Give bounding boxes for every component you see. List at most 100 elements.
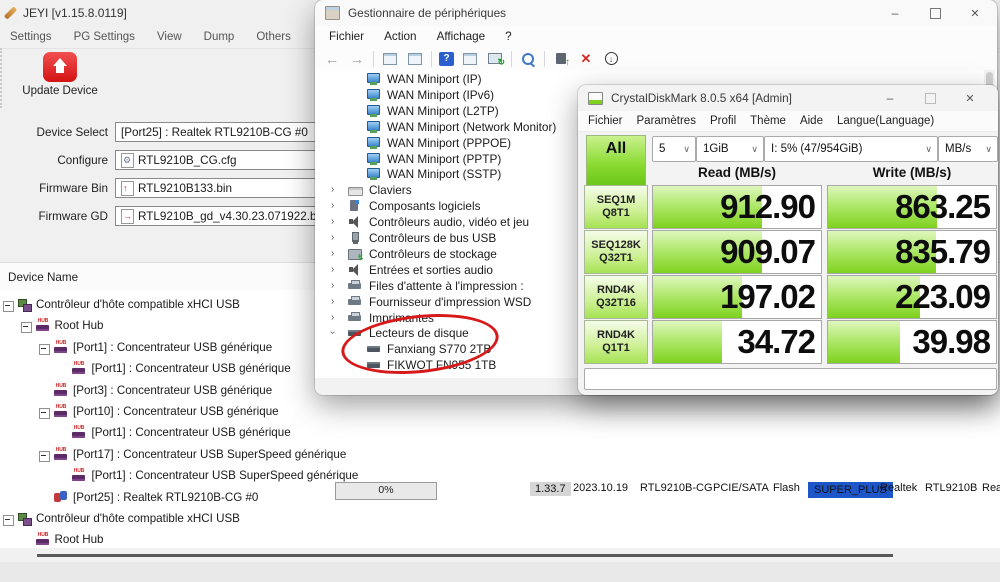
dm-menu--[interactable]: ?: [505, 30, 512, 43]
status-cell-rtl9210b-cg: RTL9210B-CG: [640, 482, 713, 494]
printer-icon: [348, 296, 362, 308]
jeyi-tree-row[interactable]: [Port17] : Concentrateur USB SuperSpeed …: [0, 446, 1000, 466]
dm-tree-label: WAN Miniport (PPPOE): [387, 136, 511, 150]
devices-icon[interactable]: [461, 50, 479, 67]
read-result-cell[interactable]: 912.90: [652, 185, 822, 229]
write-score-value: 863.25: [895, 186, 990, 228]
maximize-icon[interactable]: [915, 0, 955, 26]
expand-collapse-icon[interactable]: [3, 301, 14, 312]
search-icon[interactable]: [519, 50, 537, 67]
dm-menu-affichage[interactable]: Affichage: [437, 30, 486, 43]
status-cell-1-33-7: 1.33.7: [530, 482, 571, 496]
cdm-message-bar[interactable]: [584, 368, 997, 390]
minimize-icon[interactable]: [870, 85, 910, 111]
jeyi-tree-row[interactable]: Contrôleur d'hôte compatible xHCI USB: [0, 510, 1000, 530]
read-score-value: 912.90: [720, 186, 815, 228]
chevron-right-icon[interactable]: ›: [331, 216, 334, 227]
scan-hardware-icon[interactable]: [486, 50, 504, 67]
jeyi-menu-others[interactable]: Others: [256, 31, 291, 43]
console-icon[interactable]: [381, 50, 399, 67]
test-count-value: 5: [659, 143, 665, 155]
chevron-right-icon[interactable]: ›: [331, 232, 334, 243]
horizontal-scrollbar-thumb[interactable]: [37, 554, 893, 557]
jeyi-menu-pg-settings[interactable]: PG Settings: [74, 31, 135, 43]
chevron-right-icon[interactable]: ›: [331, 184, 334, 195]
properties-icon[interactable]: [406, 50, 424, 67]
xhci-controller-icon: [18, 298, 32, 312]
horizontal-scrollbar[interactable]: [0, 548, 1000, 562]
test-size-value: 1GiB: [703, 143, 729, 155]
expand-collapse-icon[interactable]: [39, 451, 50, 462]
chevron-right-icon[interactable]: ›: [331, 296, 334, 307]
expand-collapse-icon[interactable]: [3, 515, 14, 526]
cdm-menu-th-me[interactable]: Thème: [750, 115, 786, 127]
network-adapter-icon: [367, 89, 381, 101]
expand-collapse-icon[interactable]: [39, 408, 50, 419]
maximize-icon[interactable]: [910, 85, 950, 111]
network-adapter-icon: [367, 73, 381, 85]
write-result-cell[interactable]: 223.09: [827, 275, 997, 319]
jeyi-tree-label: [Port17] : Concentrateur USB SuperSpeed …: [73, 448, 346, 461]
write-result-cell[interactable]: 835.79: [827, 230, 997, 274]
dm-menu-fichier[interactable]: Fichier: [329, 30, 364, 43]
target-drive-select[interactable]: I: 5% (47/954GiB): [764, 136, 938, 162]
close-icon[interactable]: [950, 85, 990, 111]
jeyi-tree-row[interactable]: [Port10] : Concentrateur USB générique: [0, 403, 1000, 423]
cdm-menu-profil[interactable]: Profil: [710, 115, 736, 127]
write-result-cell[interactable]: 39.98: [827, 320, 997, 364]
test-name: SEQ1M: [597, 195, 636, 206]
read-score-value: 197.02: [720, 276, 815, 318]
read-result-cell[interactable]: 909.07: [652, 230, 822, 274]
cdm-menu-aide[interactable]: Aide: [800, 115, 823, 127]
chevron-right-icon[interactable]: ›: [331, 312, 334, 323]
jeyi-tree-row[interactable]: [Port1] : Concentrateur USB générique: [0, 424, 1000, 444]
uninstall-device-icon[interactable]: ✕: [577, 50, 595, 67]
queue-thread: Q8T1: [602, 208, 630, 219]
read-result-cell[interactable]: 34.72: [652, 320, 822, 364]
expand-collapse-icon[interactable]: [21, 322, 32, 333]
jeyi-tree-label: [Port1] : Concentrateur USB générique: [73, 341, 272, 354]
chevron-right-icon[interactable]: ›: [331, 264, 334, 275]
firmware-gd-label: Firmware GD: [0, 210, 115, 223]
jeyi-tree-row[interactable]: Root Hub: [0, 531, 1000, 548]
disable-device-icon[interactable]: [602, 50, 620, 67]
jeyi-menu-settings[interactable]: Settings: [10, 31, 52, 43]
dm-tree-label: WAN Miniport (L2TP): [387, 104, 499, 118]
update-device-button[interactable]: Update Device: [14, 52, 106, 106]
status-cell-flash: Flash: [773, 482, 800, 494]
jeyi-menu-dump[interactable]: Dump: [204, 31, 235, 43]
network-adapter-icon: [367, 105, 381, 117]
chevron-right-icon[interactable]: ›: [331, 248, 334, 259]
test-count-select[interactable]: 5: [652, 136, 696, 162]
close-icon[interactable]: [955, 0, 995, 26]
status-cell-rtl9210b: RTL9210B: [925, 482, 977, 494]
minimize-icon[interactable]: [875, 0, 915, 26]
test-name: RND4K: [597, 285, 635, 296]
cdm-menu-param-tres[interactable]: Paramètres: [637, 115, 696, 127]
usb-hub-icon: [72, 426, 86, 440]
chevron-right-icon[interactable]: ›: [331, 280, 334, 291]
run-all-tests-button[interactable]: All: [586, 135, 646, 189]
help-icon[interactable]: ?: [439, 52, 454, 66]
unit-select[interactable]: MB/s: [938, 136, 998, 162]
read-score-bar: [653, 321, 722, 363]
update-driver-icon[interactable]: [552, 50, 570, 67]
cdm-menu-fichier[interactable]: Fichier: [588, 115, 623, 127]
dm-menu-action[interactable]: Action: [384, 30, 416, 43]
crystaldiskmark-window: CrystalDiskMark 8.0.5 x64 [Admin] Fichie…: [578, 85, 998, 395]
read-result-cell[interactable]: 197.02: [652, 275, 822, 319]
jeyi-menu-view[interactable]: View: [157, 31, 182, 43]
expand-collapse-icon[interactable]: [39, 344, 50, 355]
cdm-menu-langue-language-[interactable]: Langue(Language): [837, 115, 934, 127]
jeyi-tree-label: [Port1] : Concentrateur USB générique: [92, 426, 291, 439]
update-device-label: Update Device: [14, 85, 106, 97]
chevron-right-icon[interactable]: ›: [331, 200, 334, 211]
write-result-cell[interactable]: 863.25: [827, 185, 997, 229]
update-device-icon: [43, 52, 77, 82]
jeyi-tree-label: Root Hub: [55, 319, 104, 332]
audio-controller-icon: [348, 216, 362, 228]
chevron-down-icon[interactable]: ›: [327, 331, 338, 334]
back-icon[interactable]: ←: [323, 50, 341, 67]
forward-icon[interactable]: →: [348, 50, 366, 67]
test-size-select[interactable]: 1GiB: [696, 136, 764, 162]
